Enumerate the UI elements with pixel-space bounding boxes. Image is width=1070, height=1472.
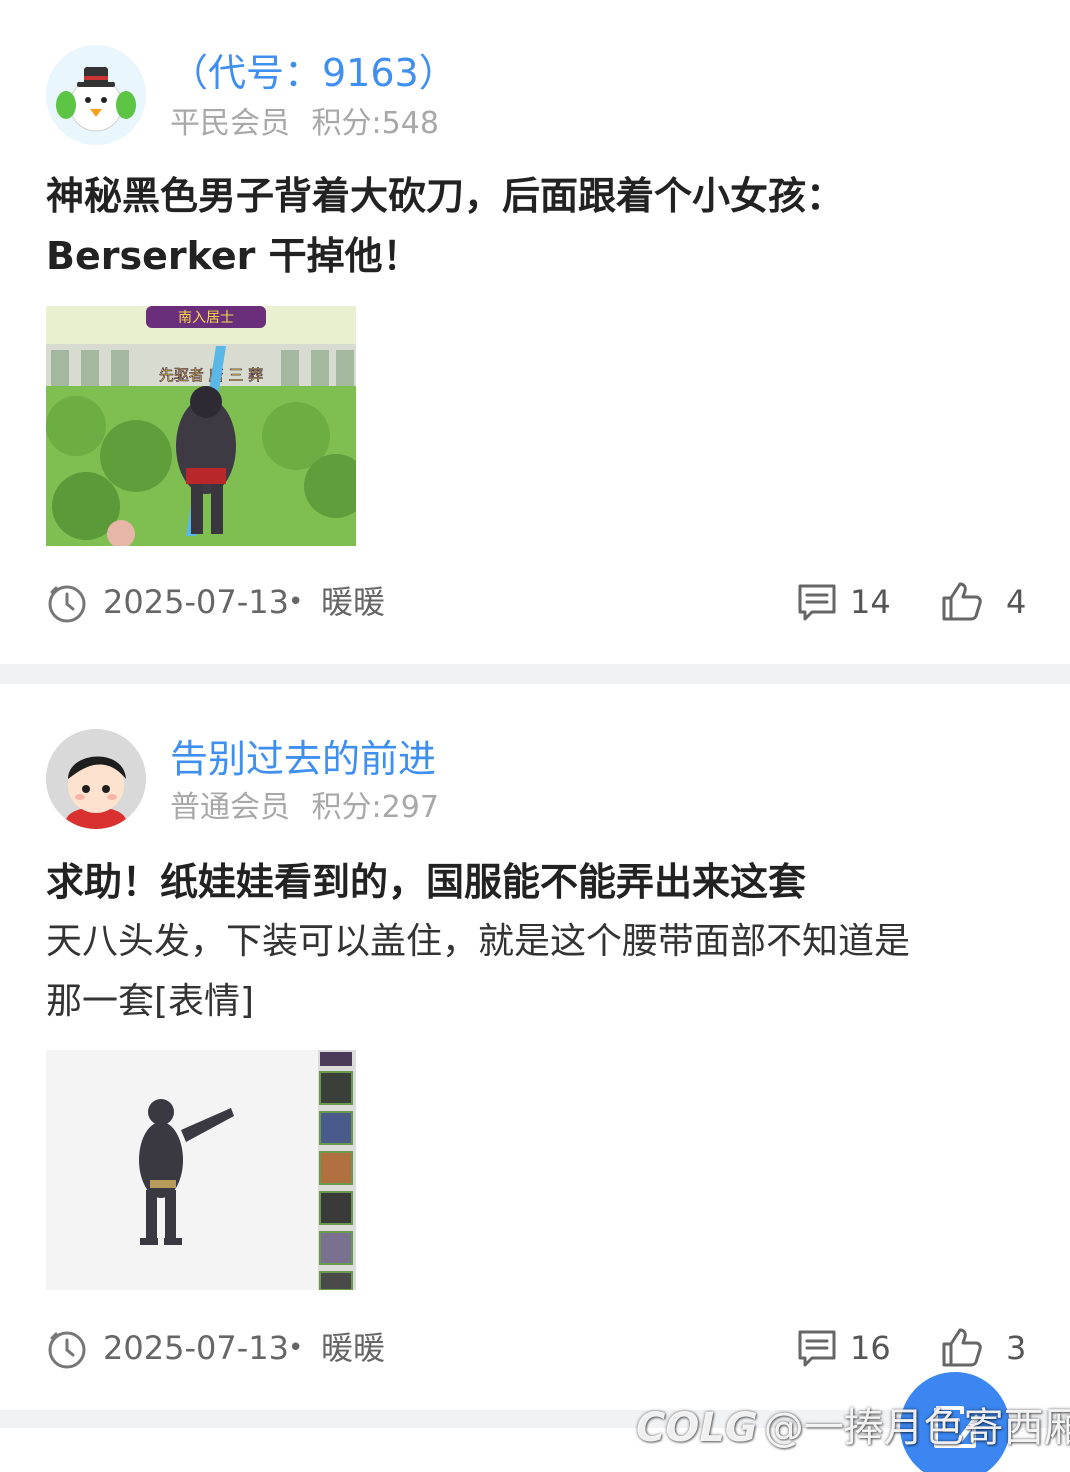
user-avatar[interactable]: [46, 45, 146, 145]
post-body-line-1[interactable]: 天八头发，下装可以盖住，就是这个腰带面部不知道是: [46, 912, 910, 972]
comment-icon[interactable]: [796, 1328, 838, 1368]
post-divider: [0, 664, 1070, 684]
member-level: 普通会员: [170, 790, 290, 825]
user-info: 普通会员 积分:297: [170, 788, 439, 828]
member-level: 平民会员: [170, 106, 290, 141]
image-banner-text: 南入居士: [178, 310, 234, 326]
post-card-2[interactable]: 告别过去的前进 普通会员 积分:297 求助！纸娃娃看到的，国服能不能弄出来这套…: [0, 684, 1070, 1410]
username[interactable]: 告别过去的前进: [170, 734, 436, 784]
post-author[interactable]: 暖暖: [321, 580, 385, 624]
post-title-line-1[interactable]: 求助！纸娃娃看到的，国服能不能弄出来这套: [46, 852, 806, 912]
post-title-line-1[interactable]: 神秘黑色男子背着大砍刀，后面跟着个小女孩：: [46, 166, 844, 226]
user-points: 积分:297: [311, 790, 439, 825]
user-avatar[interactable]: [46, 729, 146, 829]
watermark-text: @一捧月色寄西厢: [763, 1405, 1070, 1451]
clock-icon: [48, 585, 86, 623]
meta-separator: •: [288, 1333, 304, 1363]
post-meta: 2025-07-13 • 暖暖 14 4: [46, 580, 1036, 624]
post-title-line-2[interactable]: Berserker 干掉他！: [46, 226, 421, 286]
watermark-logo: COLG: [636, 1405, 758, 1451]
thumb-up-icon[interactable]: [940, 1326, 984, 1368]
comment-count[interactable]: 14: [850, 580, 891, 624]
post-image[interactable]: 南入居士 先驱者 唐 三 葬: [46, 306, 356, 546]
post-card-1[interactable]: （代号：9163） 平民会员 积分:548 神秘黑色男子背着大砍刀，后面跟着个小…: [0, 0, 1070, 664]
post-meta: 2025-07-13 • 暖暖 16 3: [46, 1326, 1036, 1370]
comment-count[interactable]: 16: [850, 1326, 891, 1370]
comment-icon[interactable]: [796, 582, 838, 622]
like-count[interactable]: 4: [1006, 580, 1026, 624]
post-author[interactable]: 暖暖: [321, 1326, 385, 1370]
like-count[interactable]: 3: [1006, 1326, 1026, 1370]
thumb-up-icon[interactable]: [940, 580, 984, 622]
user-points: 积分:548: [311, 106, 439, 141]
watermark: COLG @一捧月色寄西厢: [636, 1400, 1070, 1456]
post-image[interactable]: [46, 1050, 356, 1290]
meta-separator: •: [288, 587, 304, 617]
post-body-line-2[interactable]: 那一套[表情]: [46, 972, 254, 1032]
user-info: 平民会员 积分:548: [170, 104, 439, 144]
post-date: 2025-07-13: [103, 583, 289, 621]
username[interactable]: （代号：9163）: [170, 48, 457, 98]
clock-icon: [48, 1331, 86, 1369]
post-date: 2025-07-13: [103, 1329, 289, 1367]
